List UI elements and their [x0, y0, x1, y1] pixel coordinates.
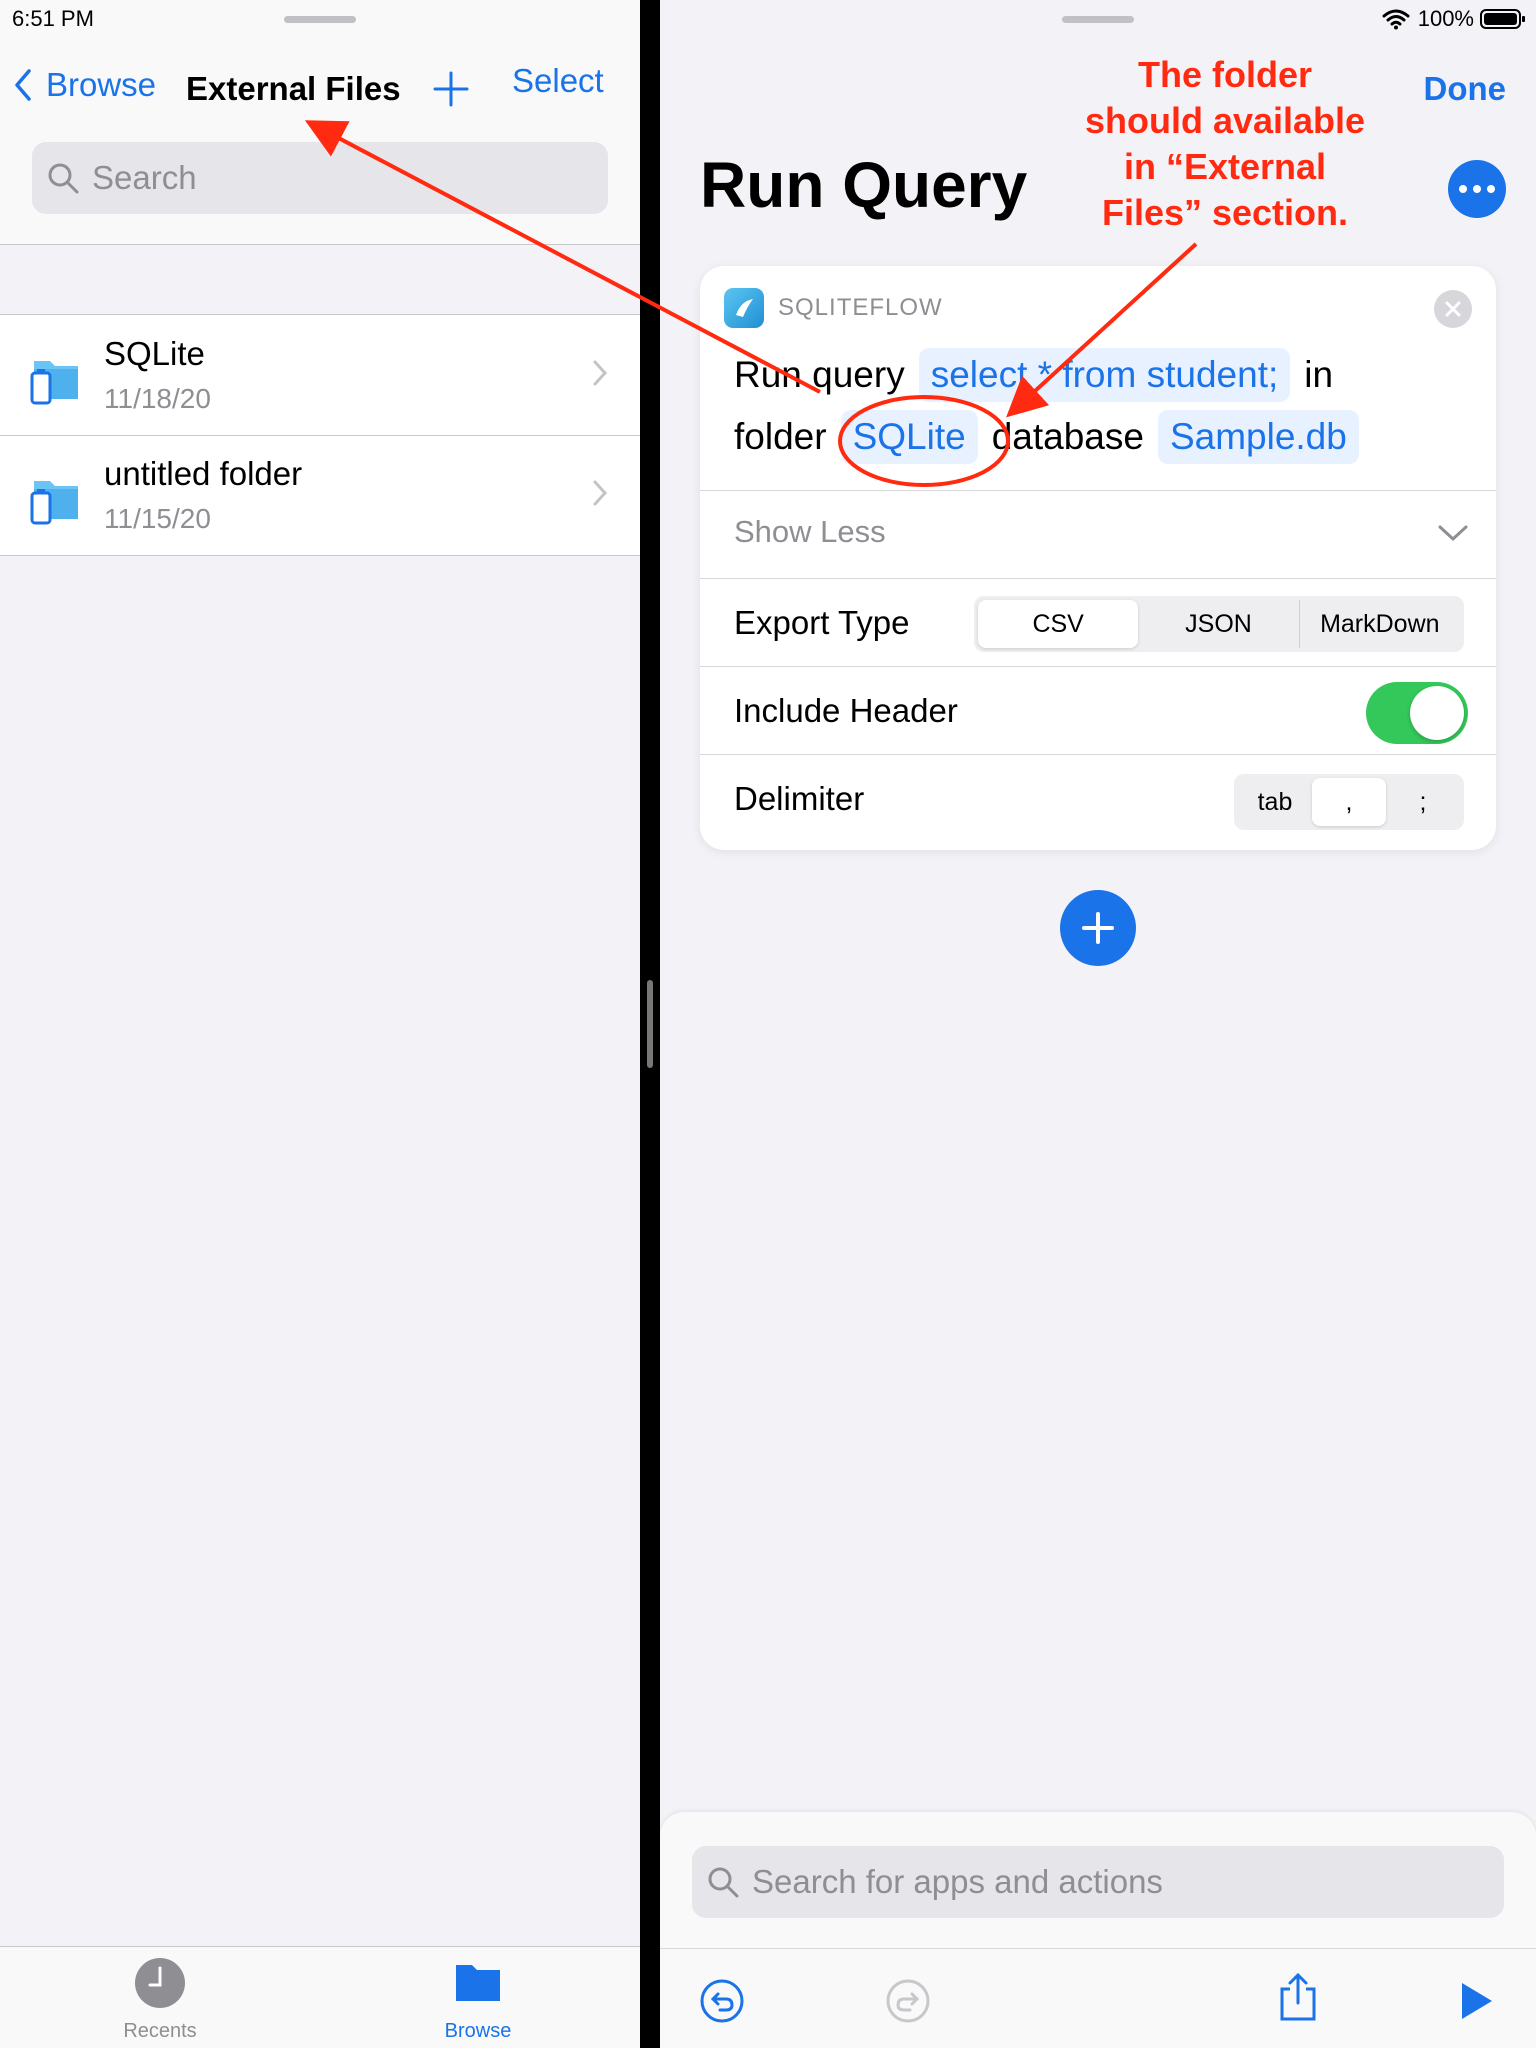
delimiter-segmented-control: tab , ;	[1234, 774, 1464, 830]
file-name: untitled folder	[104, 455, 303, 492]
shortcut-title: Run Query	[700, 149, 1028, 221]
folder-icon	[456, 1965, 500, 2001]
status-time: 6:51 PM	[12, 6, 94, 31]
tab-recents[interactable]: Recents	[100, 1957, 220, 2043]
tab-label: Recents	[123, 2020, 197, 2042]
annotation-line: should available	[1084, 100, 1366, 141]
divider-handle[interactable]	[647, 980, 653, 1068]
delimiter-label: Delimiter	[734, 780, 865, 817]
tab-bar: Recents Browse	[0, 1946, 640, 2048]
include-header-toggle[interactable]	[1366, 682, 1468, 744]
chevron-right-icon	[593, 360, 608, 386]
folder-token[interactable]: SQLite	[840, 410, 978, 464]
folder-icon	[30, 361, 78, 405]
folder-icon	[30, 481, 78, 525]
file-date: 11/15/20	[104, 503, 211, 534]
add-action-button[interactable]	[1060, 890, 1136, 966]
database-token[interactable]: Sample.db	[1157, 410, 1359, 464]
add-button[interactable]	[432, 70, 470, 113]
chevron-right-icon	[593, 480, 608, 506]
back-label: Browse	[46, 66, 157, 103]
select-button[interactable]: Select	[512, 62, 604, 100]
card-header: SQLITEFLOW	[724, 288, 943, 328]
clock-icon	[135, 1958, 185, 2008]
redo-icon[interactable]	[886, 1979, 930, 2023]
shortcuts-pane: 100% Done Run Query SQLITEFLOW Run query…	[660, 0, 1536, 2048]
divider	[700, 666, 1496, 667]
search-input[interactable]: Search	[32, 142, 608, 214]
export-option-json[interactable]: JSON	[1138, 600, 1298, 648]
search-icon	[48, 163, 79, 194]
file-list: SQLite 11/18/20 untitled folder 11/15/20	[0, 314, 640, 556]
chevron-left-icon	[15, 69, 31, 101]
close-icon	[1445, 301, 1461, 317]
actions-sheet: Search for apps and actions	[660, 1812, 1536, 2048]
action-card: SQLITEFLOW Run query select * from stude…	[700, 266, 1496, 850]
search-placeholder: Search	[92, 159, 197, 196]
search-icon	[708, 1867, 739, 1898]
database-label: database	[991, 416, 1144, 457]
play-icon[interactable]	[1456, 1979, 1496, 2023]
app-name: SQLITEFLOW	[778, 294, 943, 321]
annotation-text: The folder should available in “External…	[1060, 52, 1390, 236]
action-sentence-line-1: Run query select * from student; in	[734, 348, 1333, 402]
toggle-knob	[1410, 686, 1464, 740]
divider	[700, 754, 1496, 755]
delimiter-option-tab[interactable]: tab	[1238, 778, 1312, 826]
show-less-button[interactable]: Show Less	[734, 514, 886, 550]
multitask-grabber[interactable]	[1062, 16, 1134, 23]
export-type-segmented-control: CSV JSON MarkDown	[974, 596, 1464, 652]
more-button[interactable]	[1448, 160, 1506, 218]
action-sentence-line-2: folder SQLite database Sample.db	[734, 410, 1359, 464]
multitask-grabber[interactable]	[284, 16, 356, 23]
actions-search-placeholder: Search for apps and actions	[752, 1863, 1163, 1900]
include-header-label: Include Header	[734, 692, 958, 729]
split-view-divider[interactable]	[640, 0, 660, 2048]
battery-percent: 100%	[1417, 6, 1474, 31]
sqliteflow-app-icon	[724, 288, 764, 328]
actions-search-input[interactable]: Search for apps and actions	[692, 1846, 1504, 1918]
files-pane: 6:51 PM Browse External Files Select Sea…	[0, 0, 640, 2048]
export-option-markdown[interactable]: MarkDown	[1298, 600, 1460, 648]
undo-icon[interactable]	[700, 1979, 744, 2023]
status-indicators: 100%	[1382, 6, 1526, 32]
wifi-icon	[1382, 9, 1410, 30]
file-name: SQLite	[104, 335, 205, 372]
screen: 6:51 PM Browse External Files Select Sea…	[0, 0, 1536, 2048]
share-icon[interactable]	[1276, 1971, 1320, 2023]
plus-icon	[1082, 912, 1114, 944]
done-button[interactable]: Done	[1424, 70, 1507, 108]
delimiter-option-comma[interactable]: ,	[1312, 778, 1386, 826]
back-button[interactable]: Browse	[14, 66, 156, 104]
remove-action-button[interactable]	[1434, 290, 1472, 328]
tab-label: Browse	[444, 2020, 512, 2042]
export-type-label: Export Type	[734, 604, 910, 641]
query-token[interactable]: select * from student;	[918, 348, 1291, 402]
folder-label: folder	[734, 416, 827, 457]
delimiter-option-semicolon[interactable]: ;	[1386, 778, 1460, 826]
divider	[700, 578, 1496, 579]
in-label: in	[1304, 354, 1334, 395]
battery-icon	[1480, 9, 1525, 29]
export-option-csv[interactable]: CSV	[978, 600, 1139, 648]
editor-toolbar	[660, 1948, 1536, 2048]
list-item[interactable]: untitled folder 11/15/20	[0, 435, 640, 555]
divider	[700, 490, 1496, 491]
files-header: 6:51 PM Browse External Files Select Sea…	[0, 0, 640, 245]
annotation-line: in “External	[1123, 146, 1327, 187]
file-date: 11/18/20	[104, 383, 211, 414]
annotation-line: Files” section.	[1101, 192, 1349, 233]
page-title: External Files	[186, 70, 401, 107]
plus-icon	[433, 71, 469, 107]
tab-browse[interactable]: Browse	[418, 1957, 538, 2043]
annotation-line: The folder	[1137, 54, 1312, 95]
chevron-down-icon[interactable]	[1438, 524, 1468, 542]
run-query-label: Run query	[734, 354, 905, 395]
list-item[interactable]: SQLite 11/18/20	[0, 315, 640, 435]
